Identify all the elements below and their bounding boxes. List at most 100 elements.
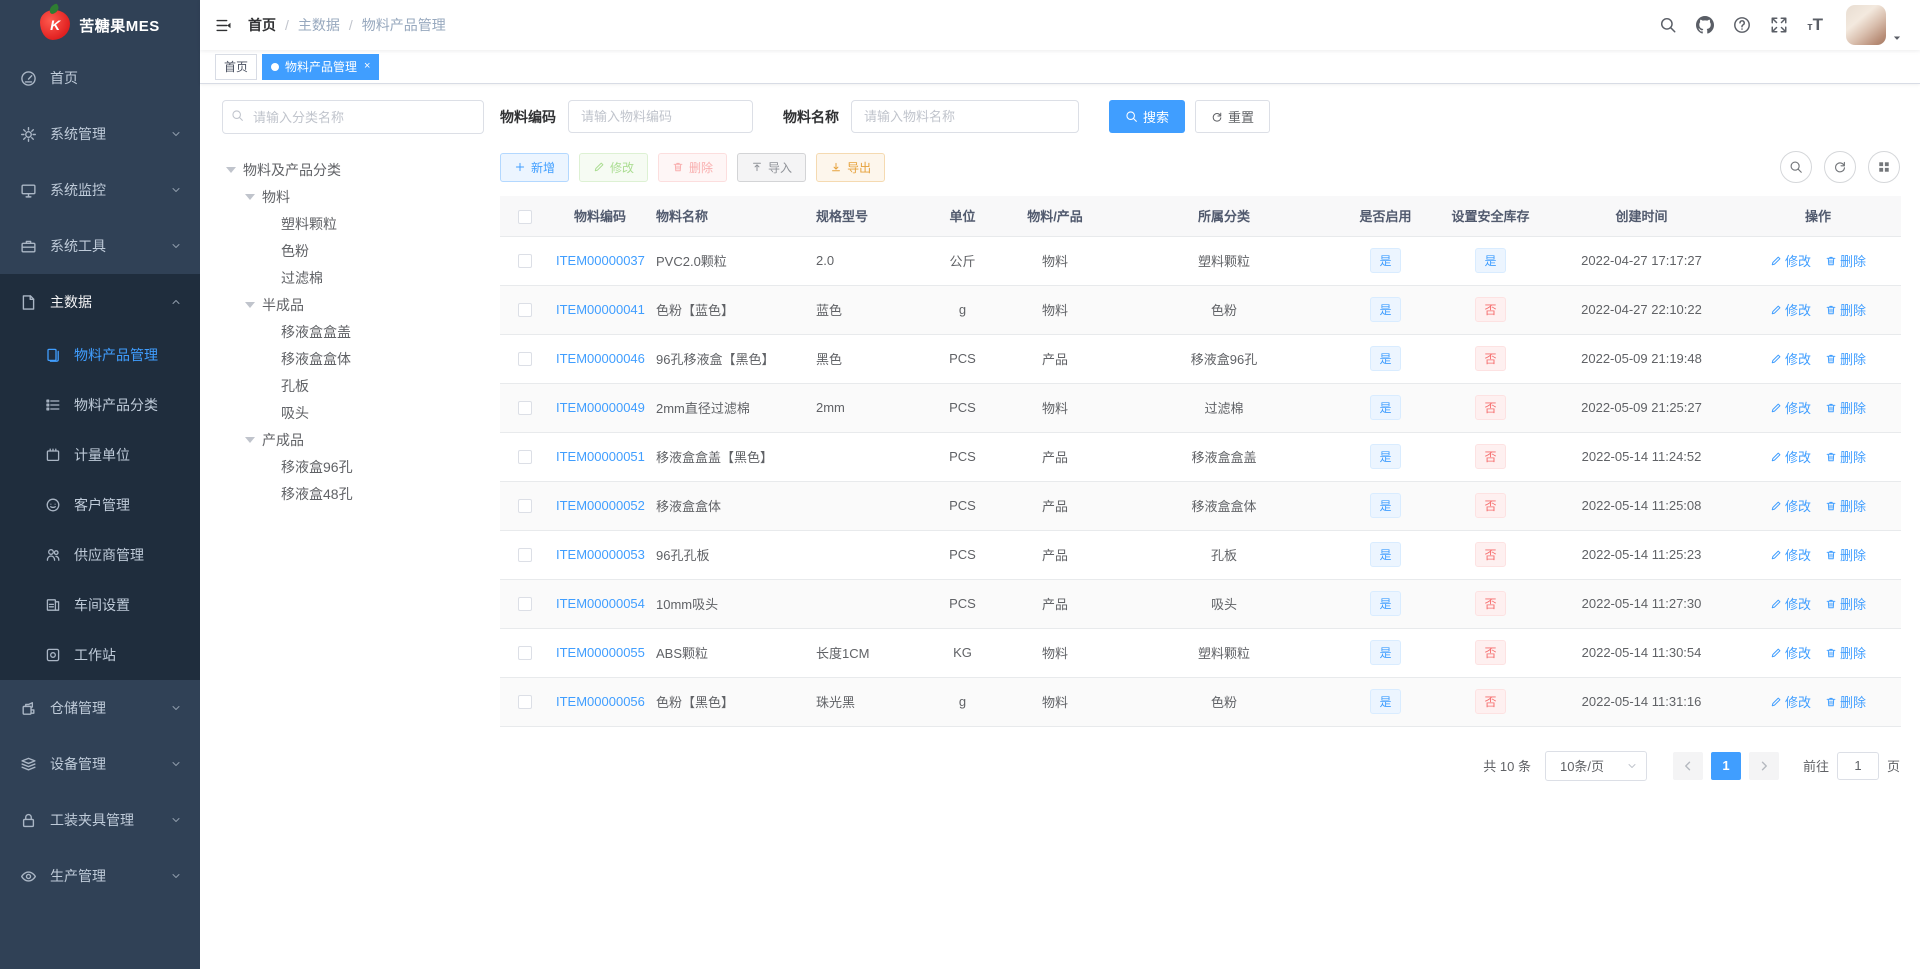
import-button[interactable]: 导入 <box>737 152 807 182</box>
tree-node-4[interactable]: 过滤棉 <box>222 264 484 291</box>
navbar-font-size-icon[interactable]: тT <box>1807 16 1823 34</box>
row-delete-link[interactable]: 删除 <box>1825 594 1866 613</box>
row-checkbox[interactable] <box>518 401 532 416</box>
item-code-link[interactable]: ITEM00000051 <box>556 449 645 464</box>
item-code-link[interactable]: ITEM00000041 <box>556 302 645 317</box>
page-size-select[interactable]: 10条/页 <box>1544 750 1647 781</box>
item-code-link[interactable]: ITEM00000037 <box>556 253 645 268</box>
add-button[interactable]: 新增 <box>500 152 570 182</box>
sidebar-subitem-5[interactable]: 车间设置 <box>0 580 200 630</box>
sidebar-item-3[interactable]: 系统工具 <box>0 218 200 274</box>
sidebar-subitem-3[interactable]: 客户管理 <box>0 480 200 530</box>
sidebar-subitem-1[interactable]: 物料产品分类 <box>0 380 200 430</box>
navbar-help-icon[interactable] <box>1733 16 1751 34</box>
row-checkbox[interactable] <box>518 597 532 612</box>
edit-button[interactable]: 修改 <box>579 152 649 182</box>
toggle-search-button[interactable] <box>1780 151 1812 183</box>
category-search-input[interactable] <box>222 100 484 134</box>
avatar[interactable] <box>1846 5 1886 45</box>
item-code-link[interactable]: ITEM00000056 <box>556 694 645 709</box>
row-delete-link[interactable]: 删除 <box>1825 398 1866 417</box>
navbar-fullscreen-icon[interactable] <box>1770 16 1788 34</box>
row-edit-link[interactable]: 修改 <box>1770 398 1811 417</box>
sidebar-item-4[interactable]: 主数据 <box>0 274 200 330</box>
close-icon[interactable]: × <box>364 61 370 72</box>
row-delete-link[interactable]: 删除 <box>1825 545 1866 564</box>
row-edit-link[interactable]: 修改 <box>1770 447 1811 466</box>
refresh-button[interactable] <box>1824 151 1856 183</box>
sidebar-subitem-0[interactable]: 物料产品管理 <box>0 330 200 380</box>
item-code-link[interactable]: ITEM00000054 <box>556 596 645 611</box>
tree-node-12[interactable]: 移液盒48孔 <box>222 480 484 507</box>
row-checkbox[interactable] <box>518 254 532 269</box>
sidebar-toggle-icon[interactable] <box>215 17 232 34</box>
item-code-link[interactable]: ITEM00000052 <box>556 498 645 513</box>
tree-node-11[interactable]: 移液盒96孔 <box>222 453 484 480</box>
row-delete-link[interactable]: 删除 <box>1825 643 1866 662</box>
navbar-search-icon[interactable] <box>1659 16 1677 34</box>
sidebar-item-7[interactable]: 工装夹具管理 <box>0 792 200 848</box>
row-checkbox[interactable] <box>518 303 532 318</box>
row-delete-link[interactable]: 删除 <box>1825 349 1866 368</box>
search-button[interactable]: 搜索 <box>1109 100 1186 133</box>
row-checkbox[interactable] <box>518 548 532 563</box>
columns-button[interactable] <box>1868 151 1900 183</box>
sidebar-item-6[interactable]: 设备管理 <box>0 736 200 792</box>
sidebar-subitem-4[interactable]: 供应商管理 <box>0 530 200 580</box>
user-menu[interactable] <box>1846 5 1902 45</box>
row-delete-link[interactable]: 删除 <box>1825 447 1866 466</box>
navbar-github-icon[interactable] <box>1696 16 1715 34</box>
sidebar-item-1[interactable]: 系统管理 <box>0 106 200 162</box>
row-delete-link[interactable]: 删除 <box>1825 251 1866 270</box>
row-delete-link[interactable]: 删除 <box>1825 300 1866 319</box>
tree-node-0[interactable]: 物料及产品分类 <box>222 156 484 183</box>
reset-button[interactable]: 重置 <box>1195 100 1271 133</box>
next-page-button[interactable] <box>1748 751 1779 780</box>
tree-node-2[interactable]: 塑料颗粒 <box>222 210 484 237</box>
tree-node-8[interactable]: 孔板 <box>222 372 484 399</box>
tab-0[interactable]: 首页 <box>215 53 258 80</box>
row-edit-link[interactable]: 修改 <box>1770 594 1811 613</box>
tree-node-5[interactable]: 半成品 <box>222 291 484 318</box>
row-edit-link[interactable]: 修改 <box>1770 692 1811 711</box>
sidebar-subitem-6[interactable]: 工作站 <box>0 630 200 680</box>
item-code-link[interactable]: ITEM00000053 <box>556 547 645 562</box>
tree-node-10[interactable]: 产成品 <box>222 426 484 453</box>
row-checkbox[interactable] <box>518 352 532 367</box>
select-all-checkbox[interactable] <box>518 209 532 224</box>
item-code-link[interactable]: ITEM00000055 <box>556 645 645 660</box>
tree-node-1[interactable]: 物料 <box>222 183 484 210</box>
tree-node-6[interactable]: 移液盒盒盖 <box>222 318 484 345</box>
sidebar-item-5[interactable]: 仓储管理 <box>0 680 200 736</box>
item-code-link[interactable]: ITEM00000046 <box>556 351 645 366</box>
row-edit-link[interactable]: 修改 <box>1770 251 1811 270</box>
row-edit-link[interactable]: 修改 <box>1770 496 1811 515</box>
breadcrumb-masterdata[interactable]: 主数据 <box>298 15 340 35</box>
row-checkbox[interactable] <box>518 646 532 661</box>
tree-node-7[interactable]: 移液盒盒体 <box>222 345 484 372</box>
tree-node-9[interactable]: 吸头 <box>222 399 484 426</box>
app-logo[interactable]: K 苦糖果MES <box>0 0 200 50</box>
row-checkbox[interactable] <box>518 450 532 465</box>
row-edit-link[interactable]: 修改 <box>1770 300 1811 319</box>
item-code-link[interactable]: ITEM00000049 <box>556 400 645 415</box>
row-edit-link[interactable]: 修改 <box>1770 349 1811 368</box>
row-edit-link[interactable]: 修改 <box>1770 643 1811 662</box>
sidebar-item-2[interactable]: 系统监控 <box>0 162 200 218</box>
sidebar-item-0[interactable]: 首页 <box>0 50 200 106</box>
caret-down-icon[interactable] <box>1892 33 1902 45</box>
export-button[interactable]: 导出 <box>816 152 886 182</box>
filter-input-1[interactable] <box>851 100 1079 133</box>
row-edit-link[interactable]: 修改 <box>1770 545 1811 564</box>
filter-input-0[interactable] <box>568 100 753 133</box>
breadcrumb-home[interactable]: 首页 <box>248 15 276 35</box>
row-checkbox[interactable] <box>518 695 532 710</box>
row-delete-link[interactable]: 删除 <box>1825 692 1866 711</box>
prev-page-button[interactable] <box>1672 751 1703 780</box>
tab-1[interactable]: 物料产品管理 × <box>262 53 380 80</box>
goto-page-input[interactable] <box>1836 751 1879 780</box>
tree-node-3[interactable]: 色粉 <box>222 237 484 264</box>
row-delete-link[interactable]: 删除 <box>1825 496 1866 515</box>
sidebar-item-8[interactable]: 生产管理 <box>0 848 200 904</box>
row-checkbox[interactable] <box>518 499 532 514</box>
